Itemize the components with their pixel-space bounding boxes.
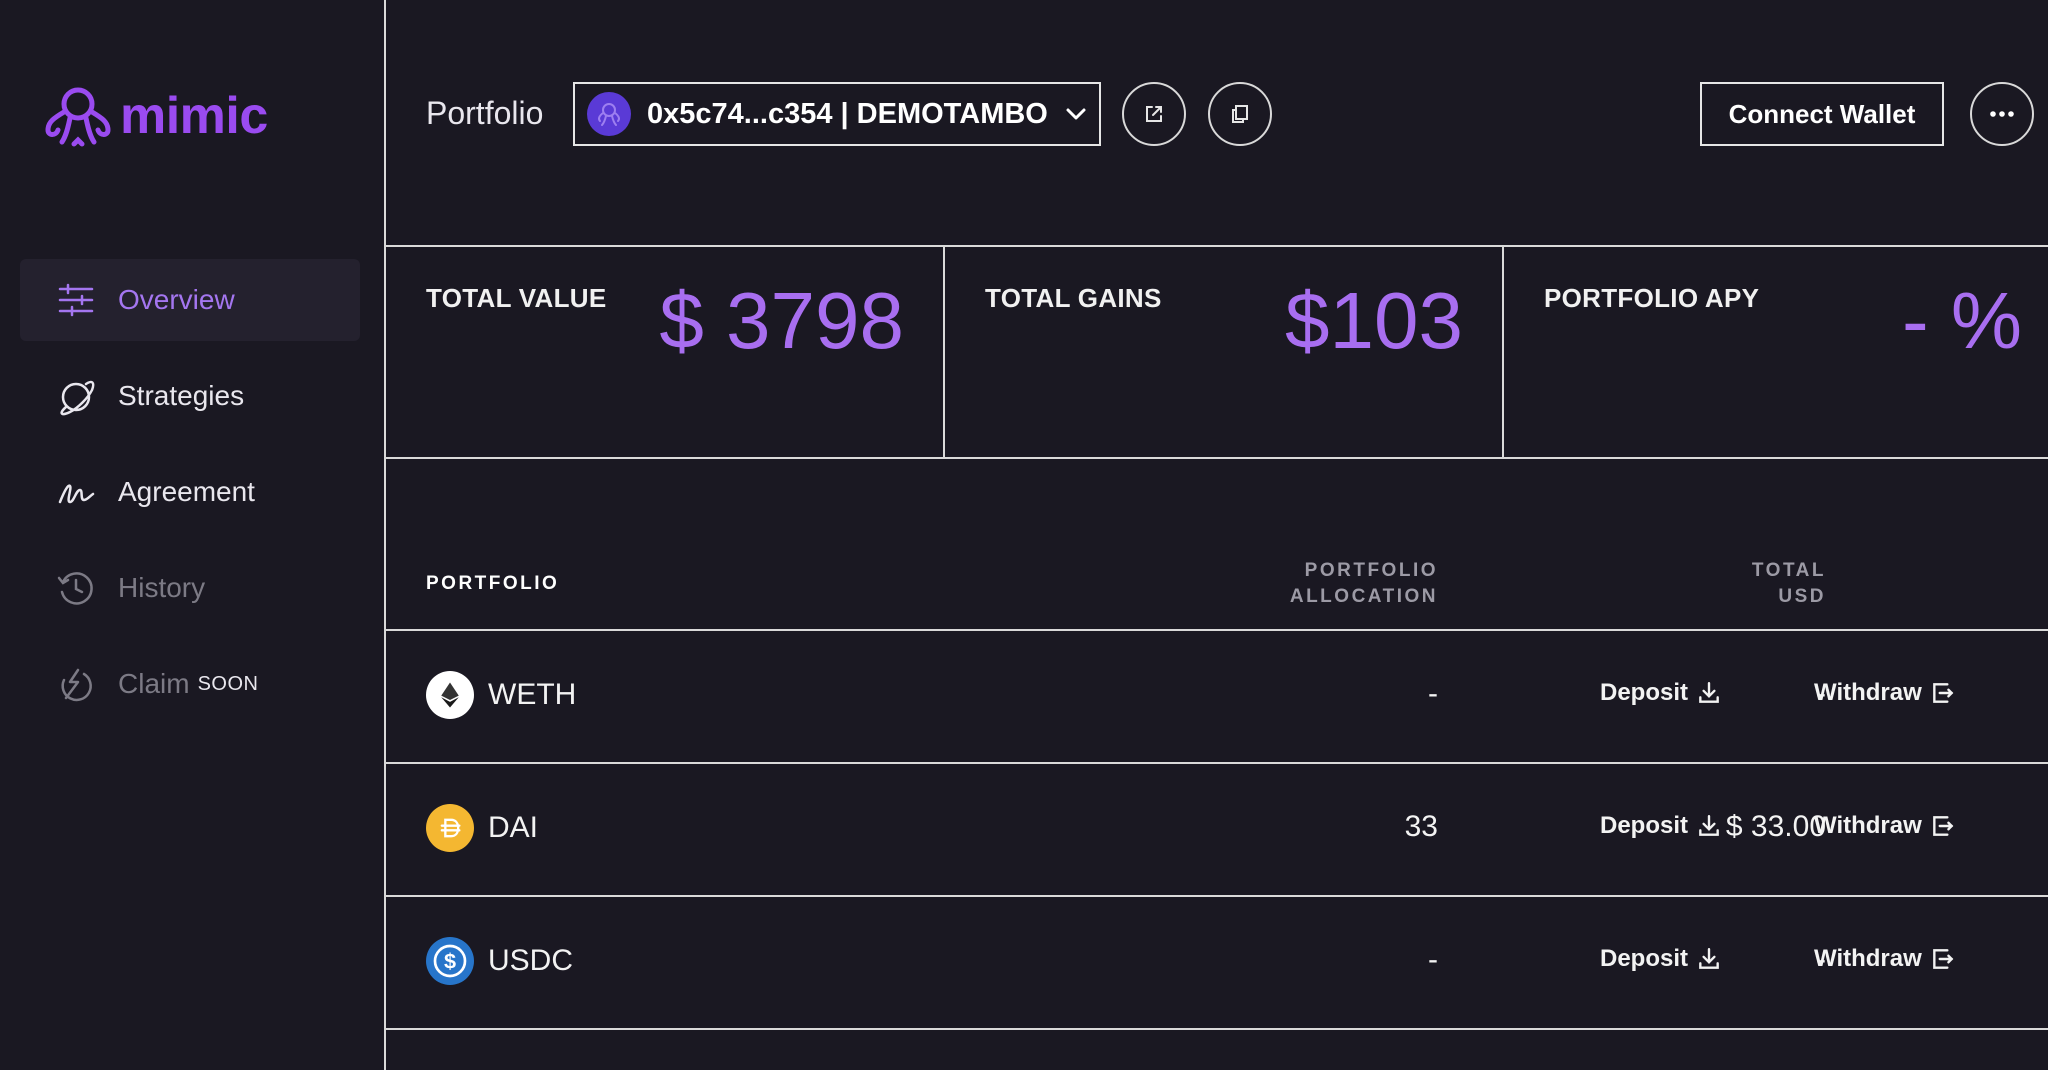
- column-header-allocation: PORTFOLIO ALLOCATION: [1290, 558, 1438, 610]
- wallet-select[interactable]: 0x5c74...c354 | DEMOTAMBO: [573, 82, 1101, 146]
- chevron-down-icon: [1066, 108, 1086, 120]
- octopus-logo-icon: [45, 87, 111, 147]
- stat-value: $ 3798: [659, 276, 904, 365]
- download-icon: [1699, 948, 1719, 969]
- usdc-symbol-icon: $: [433, 944, 467, 978]
- withdraw-label: Withdraw: [1814, 679, 1922, 706]
- stat-total-value: TOTAL VALUE $ 3798: [386, 247, 944, 457]
- sidebar-item-claim[interactable]: Claim SOON: [20, 643, 360, 725]
- token-name: USDC: [488, 944, 574, 977]
- header-line: ALLOCATION: [1289, 586, 1438, 607]
- deposit-label: Deposit: [1600, 812, 1689, 839]
- more-options-button[interactable]: [1970, 82, 2034, 146]
- header-line: PORTFOLIO: [1304, 560, 1438, 581]
- withdraw-button[interactable]: Withdraw: [1814, 945, 1956, 973]
- stats-panel: TOTAL VALUE $ 3798 TOTAL GAINS $103 PORT…: [386, 245, 2048, 459]
- sliders-icon: [58, 283, 94, 317]
- sidebar-item-history[interactable]: History: [20, 547, 360, 629]
- withdraw-button[interactable]: Withdraw: [1814, 679, 1956, 707]
- sidebar-item-label: Agreement: [118, 476, 255, 507]
- deposit-label: Deposit: [1600, 679, 1689, 706]
- token-name: WETH: [488, 678, 577, 711]
- logout-icon: [1932, 949, 1954, 969]
- sidebar-item-label: Strategies: [118, 380, 245, 411]
- sidebar-item-strategies[interactable]: Strategies: [20, 355, 360, 437]
- history-icon: [57, 572, 93, 605]
- withdraw-label: Withdraw: [1814, 812, 1922, 839]
- copy-address-button[interactable]: [1208, 82, 1272, 146]
- allocation-value: 33: [1404, 810, 1438, 843]
- deposit-button[interactable]: Deposit: [1600, 945, 1722, 973]
- ethereum-icon: [441, 682, 459, 708]
- dai-symbol-icon: [440, 818, 461, 838]
- header-line: USD: [1778, 586, 1826, 607]
- usdc-icon: $: [426, 937, 474, 985]
- allocation-value: -: [1428, 943, 1438, 976]
- table-row: WETH - - Deposit Withdraw: [386, 631, 2048, 764]
- wallet-avatar: [587, 92, 631, 136]
- wallet-address: 0x5c74...c354 | DEMOTAMBO: [647, 97, 1048, 130]
- logout-icon: [1932, 683, 1954, 703]
- withdraw-label: Withdraw: [1814, 945, 1922, 972]
- total-usd-value: $ 33.00: [1725, 810, 1826, 843]
- signature-icon: [58, 484, 95, 504]
- page-title: Portfolio: [426, 95, 544, 131]
- claim-icon: [61, 668, 92, 702]
- deposit-button[interactable]: Deposit: [1600, 679, 1722, 707]
- more-dots-icon: [1990, 111, 2014, 117]
- logo-text: mimic: [120, 87, 268, 145]
- token-cell: $ USDC: [426, 937, 573, 985]
- allocation-value: -: [1428, 677, 1438, 710]
- download-icon: [1699, 682, 1719, 703]
- stat-label: PORTFOLIO APY: [1544, 283, 1760, 313]
- logout-icon: [1932, 816, 1954, 836]
- download-icon: [1699, 815, 1719, 836]
- stat-total-gains: TOTAL GAINS $103: [945, 247, 1503, 457]
- dai-icon: [426, 804, 474, 852]
- octopus-avatar-icon: [598, 103, 620, 126]
- sidebar-item-label: Claim: [118, 668, 190, 699]
- connect-wallet-button[interactable]: Connect Wallet: [1700, 82, 1944, 146]
- soon-badge: SOON: [197, 672, 259, 695]
- token-name: DAI: [488, 811, 539, 844]
- external-link-icon: [1146, 106, 1162, 122]
- sidebar-item-label: Overview: [118, 284, 235, 315]
- column-header-total-usd: TOTAL USD: [1752, 558, 1826, 610]
- header-line: TOTAL: [1751, 560, 1826, 581]
- open-explorer-button[interactable]: [1122, 82, 1186, 146]
- table-row: DAI 33 $ 33.00 Deposit Withdraw: [386, 764, 2048, 897]
- table-header: PORTFOLIO PORTFOLIO ALLOCATION TOTAL USD: [386, 459, 2048, 631]
- stat-value: $103: [1285, 276, 1463, 365]
- sidebar-item-label: History: [118, 572, 206, 603]
- mimic-logo[interactable]: mimic: [40, 78, 268, 154]
- token-cell: DAI: [426, 804, 538, 852]
- sidebar-item-overview[interactable]: Overview: [20, 259, 360, 341]
- stat-label: TOTAL GAINS: [985, 283, 1162, 313]
- sidebar: mimic Overview Strategies Agreement Hist…: [0, 0, 386, 1070]
- stat-label: TOTAL VALUE: [426, 283, 607, 313]
- planet-icon: [60, 380, 95, 416]
- header: Portfolio 0x5c74...c354 | DEMOTAMBO Conn…: [386, 0, 2048, 245]
- stat-portfolio-apy: PORTFOLIO APY - %: [1504, 247, 2048, 457]
- column-header-portfolio: PORTFOLIO: [426, 573, 560, 594]
- token-cell: WETH: [426, 671, 576, 719]
- stat-value: - %: [1902, 276, 2022, 365]
- deposit-button[interactable]: Deposit: [1600, 812, 1722, 840]
- svg-text:$: $: [444, 949, 456, 974]
- sidebar-item-agreement[interactable]: Agreement: [20, 451, 360, 533]
- copy-icon: [1232, 105, 1248, 123]
- deposit-label: Deposit: [1600, 945, 1689, 972]
- withdraw-button[interactable]: Withdraw: [1814, 812, 1956, 840]
- weth-icon: [426, 671, 474, 719]
- table-row: $ USDC - - Deposit Withdraw: [386, 897, 2048, 1030]
